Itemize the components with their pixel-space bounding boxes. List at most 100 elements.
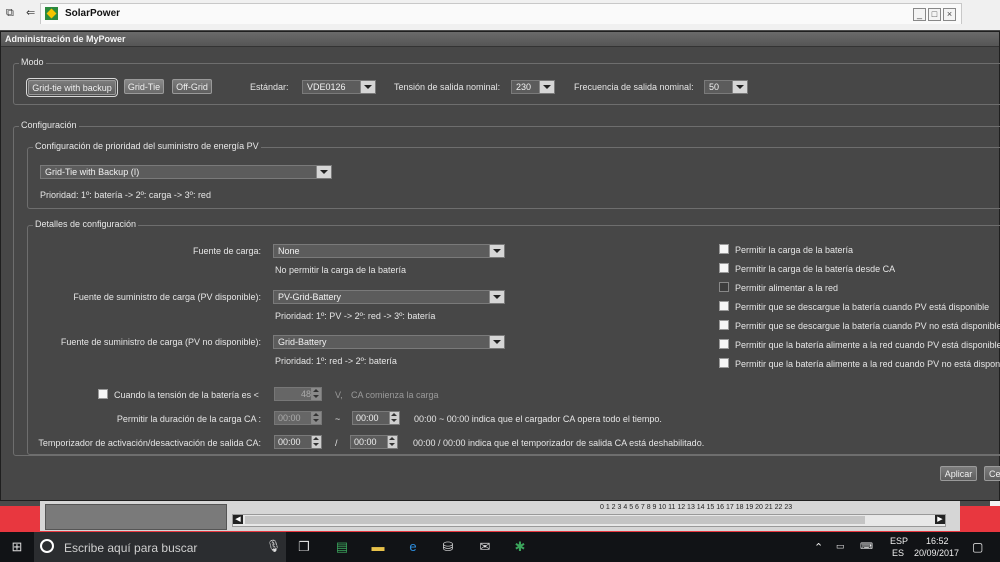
- scrollbar-thumb[interactable]: [245, 516, 865, 524]
- duracion-label: Permitir la duración de la carga CA :: [116, 414, 261, 424]
- checkbox-descarga-pv-disp-label: Permitir que se descargue la batería cua…: [735, 302, 990, 312]
- chevron-down-icon: [489, 291, 504, 303]
- checkbox-descarga-pv-nodisp-label: Permitir que se descargue la batería cua…: [735, 321, 1000, 331]
- off-grid-button[interactable]: Off-Grid: [172, 79, 212, 94]
- stepper-arrows-icon[interactable]: [311, 388, 321, 400]
- battery-icon[interactable]: ▭: [836, 541, 845, 552]
- pv-disp-value: PV-Grid-Battery: [278, 292, 342, 302]
- language-bottom[interactable]: ES: [892, 548, 904, 558]
- scroll-right-icon[interactable]: ▶: [935, 515, 945, 524]
- grid-tie-button[interactable]: Grid-Tie: [124, 79, 164, 94]
- checkbox-descarga-pv-nodisp[interactable]: [719, 320, 729, 330]
- horizontal-scrollbar[interactable]: ◀ ▶: [232, 514, 946, 527]
- checkbox-descarga-pv-disp[interactable]: [719, 301, 729, 311]
- scroll-left-icon[interactable]: ◀: [233, 515, 243, 524]
- notifications-icon[interactable]: ▢: [972, 540, 983, 554]
- temporizador-from-stepper[interactable]: 00:00: [274, 435, 322, 449]
- checkbox-bateria-red-pv-nodisp[interactable]: [719, 358, 729, 368]
- stepper-arrows-icon[interactable]: [387, 436, 397, 448]
- pv-nodisp-label: Fuente de suministro de carga (PV no dis…: [60, 337, 261, 347]
- duracion-to-stepper[interactable]: 00:00: [352, 411, 400, 425]
- stepper-arrows-icon[interactable]: [311, 436, 321, 448]
- prioridad-value: Grid-Tie with Backup (I): [45, 167, 140, 177]
- system-tray: ⌃ ▭ ⌨ ESP ES 16:52 20/09/2017 ▢: [800, 532, 1000, 562]
- task-view-icon[interactable]: ❐: [296, 539, 312, 555]
- app-icon[interactable]: ▤: [334, 539, 350, 555]
- fuente-carga-label: Fuente de carga:: [192, 246, 261, 256]
- modo-legend: Modo: [19, 57, 46, 67]
- tension-value: 230: [516, 82, 532, 92]
- tension-label: Tensión de salida nominal:: [394, 82, 501, 92]
- modo-group: Modo Grid-tie with backup Grid-Tie Off-G…: [13, 57, 1000, 105]
- checkbox-carga-bateria-label: Permitir la carga de la batería: [735, 245, 854, 255]
- checkbox-carga-bateria[interactable]: [719, 244, 729, 254]
- language-top[interactable]: ESP: [890, 536, 908, 546]
- checkbox-alimentar-red-label: Permitir alimentar a la red: [735, 283, 839, 293]
- file-explorer-icon[interactable]: ▬: [370, 539, 386, 555]
- microphone-icon[interactable]: 🎙: [266, 539, 281, 553]
- pv-nodisp-select[interactable]: Grid-Battery: [273, 335, 505, 349]
- clock-time[interactable]: 16:52: [926, 536, 949, 546]
- pv-disp-select[interactable]: PV-Grid-Battery: [273, 290, 505, 304]
- stepper-arrows-icon[interactable]: [311, 412, 321, 424]
- tension-bateria-unit: V,: [335, 390, 343, 400]
- checkbox-bateria-red-pv-nodisp-label: Permitir que la batería alimente a la re…: [735, 359, 1000, 369]
- temporizador-to-stepper[interactable]: 00:00: [350, 435, 398, 449]
- taskbar-search[interactable]: Escribe aquí para buscar 🎙: [34, 532, 286, 562]
- dialog-titlebar: Administración de MyPower: [1, 32, 999, 47]
- prioridad-select[interactable]: Grid-Tie with Backup (I): [40, 165, 332, 179]
- stepper-arrows-icon[interactable]: [389, 412, 399, 424]
- checkbox-carga-ca[interactable]: [719, 263, 729, 273]
- taskbar: ⊞ Escribe aquí para buscar 🎙 ❐ ▤ ▬ e ⛁ ✉…: [0, 532, 1000, 562]
- cortana-icon: [40, 539, 54, 553]
- duracion-from-value: 00:00: [278, 413, 301, 423]
- clock-date[interactable]: 20/09/2017: [914, 548, 959, 558]
- estandar-select[interactable]: VDE0126: [302, 80, 376, 94]
- apply-button[interactable]: Aplicar: [940, 466, 977, 481]
- maximize-icon[interactable]: □: [928, 8, 941, 21]
- edge-icon[interactable]: e: [405, 539, 421, 555]
- cancel-button[interactable]: Ce: [984, 466, 1000, 481]
- tension-select[interactable]: 230: [511, 80, 555, 94]
- chevron-up-icon[interactable]: ⌃: [814, 541, 823, 554]
- duracion-sep: ~: [335, 414, 341, 424]
- tension-bateria-checkbox[interactable]: [98, 389, 108, 399]
- mypower-dialog: Administración de MyPower Modo Grid-tie …: [0, 31, 1000, 501]
- tension-bateria-suffix: CA comienza la carga: [351, 390, 439, 400]
- checkbox-carga-ca-label: Permitir la carga de la batería desde CA: [735, 264, 896, 274]
- back-icon[interactable]: ⇐: [26, 7, 38, 19]
- pv-nodisp-value: Grid-Battery: [278, 337, 327, 347]
- close-icon[interactable]: ×: [943, 8, 956, 21]
- detalles-group: Detalles de configuración Fuente de carg…: [27, 219, 1000, 455]
- fuente-carga-select[interactable]: None: [273, 244, 505, 258]
- chevron-down-icon: [489, 245, 504, 257]
- chevron-down-icon: [316, 166, 331, 178]
- checkbox-bateria-red-pv-disp-label: Permitir que la batería alimente a la re…: [735, 340, 1000, 350]
- solarpower-taskbar-icon[interactable]: ✱: [512, 539, 528, 555]
- keyboard-icon[interactable]: ⌨: [860, 541, 873, 552]
- tension-bateria-label: Cuando la tensión de la batería es <: [114, 390, 259, 400]
- windows-start-icon[interactable]: ⊞: [9, 539, 25, 555]
- temporizador-label: Temporizador de activación/desactivación…: [38, 438, 261, 448]
- frecuencia-select[interactable]: 50: [704, 80, 748, 94]
- chevron-down-icon: [489, 336, 504, 348]
- temporizador-from-value: 00:00: [278, 437, 301, 447]
- store-icon[interactable]: ⛁: [440, 539, 456, 555]
- tension-bateria-value: 48: [301, 389, 312, 399]
- detalles-legend: Detalles de configuración: [33, 219, 139, 229]
- dialog-title: Administración de MyPower: [5, 34, 126, 44]
- checkbox-bateria-red-pv-disp[interactable]: [719, 339, 729, 349]
- app-titlebar: SolarPower _ □ ×: [40, 3, 962, 24]
- duracion-from-stepper[interactable]: 00:00: [274, 411, 322, 425]
- prioridad-group: Configuración de prioridad del suministr…: [27, 141, 1000, 209]
- grid-tie-backup-button[interactable]: Grid-tie with backup: [26, 78, 118, 97]
- search-placeholder: Escribe aquí para buscar: [64, 541, 198, 555]
- checkbox-alimentar-red[interactable]: [719, 282, 729, 292]
- minimize-icon[interactable]: _: [913, 8, 926, 21]
- app-title: SolarPower: [65, 8, 121, 19]
- configuracion-group: Configuración Configuración de prioridad…: [13, 120, 1000, 456]
- mail-icon[interactable]: ✉: [477, 539, 493, 555]
- window-icon[interactable]: ⧉: [6, 7, 18, 19]
- chevron-down-icon: [360, 81, 375, 93]
- tension-bateria-stepper[interactable]: 48: [274, 387, 322, 401]
